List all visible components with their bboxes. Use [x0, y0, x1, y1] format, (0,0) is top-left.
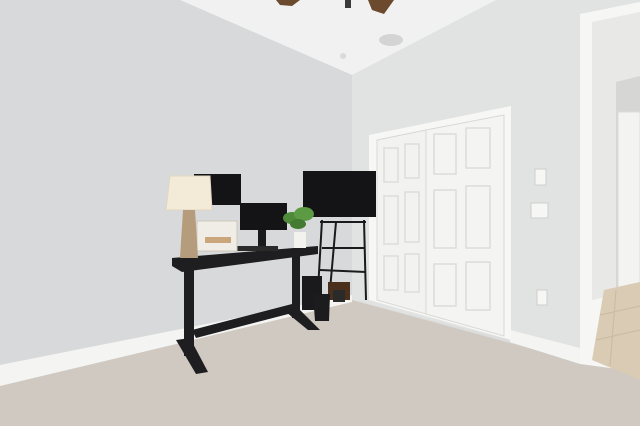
double-switch — [530, 202, 549, 219]
room-photo — [0, 0, 640, 426]
monitor-stand — [258, 230, 266, 246]
center-monitor — [240, 203, 287, 230]
shelf-item — [333, 290, 345, 302]
wall-outlet — [536, 289, 548, 306]
wastebasket — [313, 294, 330, 321]
closet-door-right — [425, 114, 505, 337]
keyboard — [236, 246, 278, 251]
large-monitor — [303, 171, 376, 217]
hallway-door — [617, 111, 640, 289]
light-switch — [534, 168, 547, 186]
smoke-detector — [340, 53, 346, 59]
ceiling-speaker — [379, 34, 403, 46]
box-label — [205, 237, 231, 243]
desk-storage-box — [196, 220, 238, 252]
